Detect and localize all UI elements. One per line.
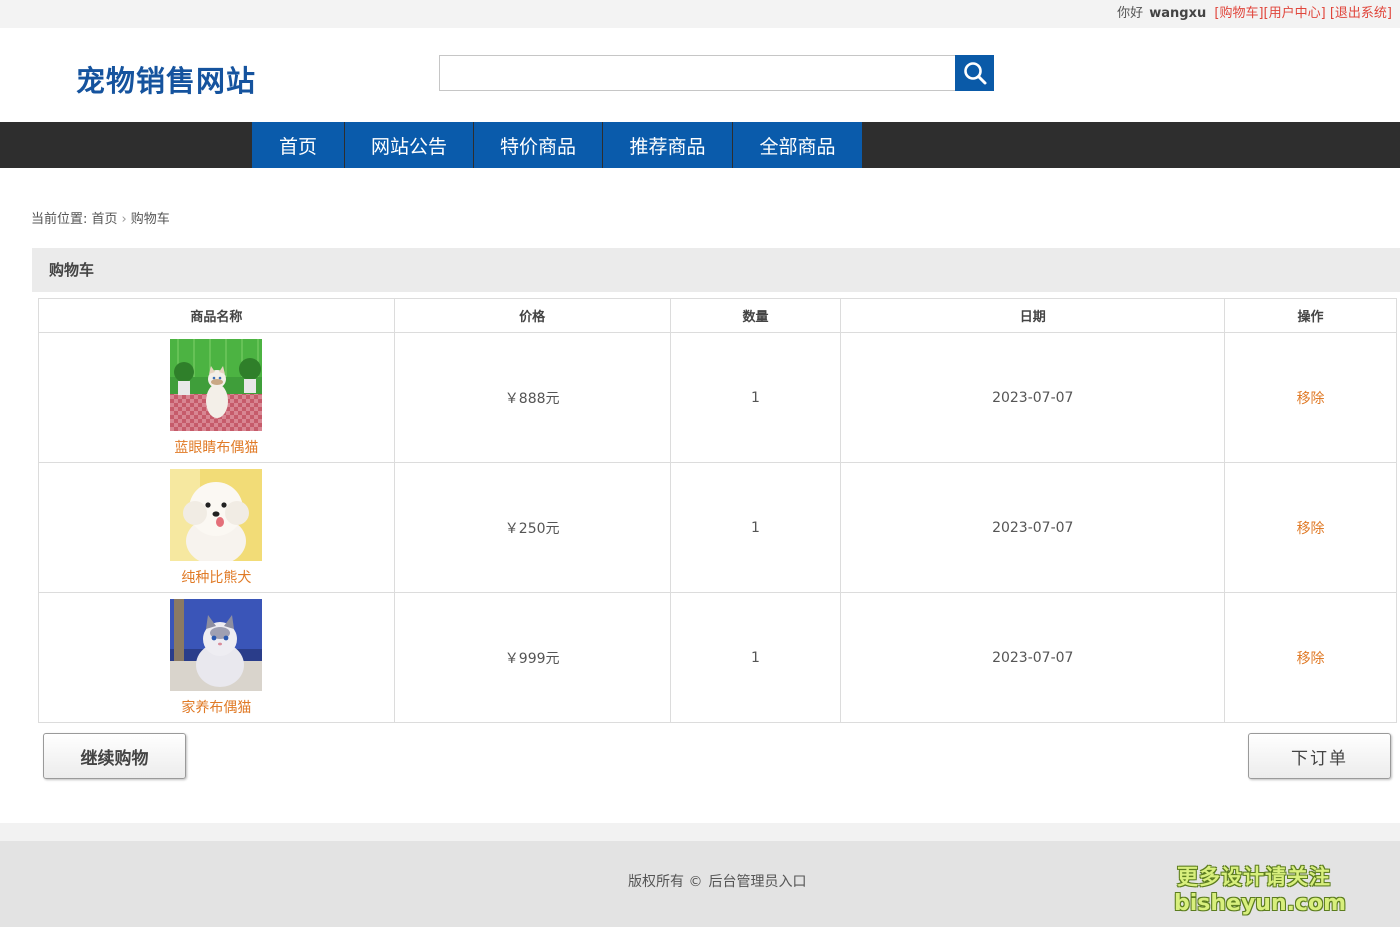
product-cell: 纯种比熊犬 (38, 462, 395, 593)
price-cell: ￥999元 (393, 592, 671, 723)
copyright: 版权所有 © 后台管理员入口 (628, 871, 806, 891)
remove-button[interactable]: 移除 (1297, 521, 1325, 537)
table-row: 纯种比熊犬 ￥250元 1 2023-07-07 移除 (38, 462, 1397, 593)
date-cell: 2023-07-07 (840, 462, 1226, 593)
date-cell: 2023-07-07 (840, 592, 1226, 723)
nav-item-announcements[interactable]: 网站公告 (345, 122, 474, 168)
qty-cell: 1 (669, 462, 842, 593)
admin-entry-link[interactable]: 后台管理员入口 (708, 874, 806, 890)
site-logo[interactable]: 宠物销售网站 (76, 58, 256, 100)
chevron-right-icon: › (121, 212, 127, 227)
breadcrumb-home[interactable]: 首页 (92, 212, 118, 227)
nav-item-recommended[interactable]: 推荐商品 (603, 122, 733, 168)
action-cell: 移除 (1224, 332, 1397, 463)
column-header-action: 操作 (1224, 298, 1397, 333)
table-header-row: 商品名称 价格 数量 日期 操作 (38, 298, 1397, 333)
column-header-qty: 数量 (669, 298, 842, 333)
top-bar: 你好 wangxu [购物车][用户中心] [退出系统] (0, 0, 1400, 28)
continue-shopping-button[interactable]: 继续购物 (43, 733, 186, 779)
table-row: 家养布偶猫 ￥999元 1 2023-07-07 移除 (38, 592, 1397, 723)
remove-button[interactable]: 移除 (1297, 391, 1325, 407)
product-name-link[interactable]: 纯种比熊犬 (39, 567, 394, 587)
main-nav: 首页 网站公告 特价商品 推荐商品 全部商品 (0, 122, 1400, 168)
qty-cell: 1 (669, 592, 842, 723)
watermark: 更多设计请关注 bisheyun.com (1174, 861, 1347, 916)
cart-link[interactable]: [购物车] (1214, 6, 1263, 21)
column-header-name: 商品名称 (38, 298, 395, 333)
breadcrumb-prefix: 当前位置: (31, 212, 88, 227)
breadcrumb-current: 购物车 (130, 212, 170, 227)
price-cell: ￥250元 (393, 462, 671, 593)
watermark-line1: 更多设计请关注 (1177, 865, 1331, 889)
product-cell: 家养布偶猫 (38, 592, 395, 723)
action-cell: 移除 (1224, 462, 1397, 593)
cart-table: 商品名称 价格 数量 日期 操作 蓝眼睛布偶猫 ￥888元 1 2023-07-… (38, 298, 1397, 723)
nav-item-all-products[interactable]: 全部商品 (733, 122, 862, 168)
user-bar: 你好 wangxu [购物车][用户中心] [退出系统] (1117, 2, 1392, 21)
greeting-text: 你好 (1117, 6, 1144, 21)
price-cell: ￥888元 (393, 332, 671, 463)
product-cell: 蓝眼睛布偶猫 (38, 332, 395, 463)
date-cell: 2023-07-07 (840, 332, 1226, 463)
action-cell: 移除 (1224, 592, 1397, 723)
product-name-link[interactable]: 家养布偶猫 (39, 697, 394, 717)
search-button[interactable] (955, 55, 994, 91)
qty-cell: 1 (669, 332, 842, 463)
nav-item-specials[interactable]: 特价商品 (474, 122, 603, 168)
product-image-cat-2[interactable] (170, 598, 263, 691)
remove-button[interactable]: 移除 (1297, 651, 1325, 667)
product-name-link[interactable]: 蓝眼睛布偶猫 (39, 437, 394, 457)
footer: 版权所有 © 后台管理员入口 更多设计请关注 bisheyun.com (0, 841, 1400, 927)
column-header-price: 价格 (393, 298, 671, 333)
search-input[interactable] (439, 55, 957, 91)
username: wangxu (1149, 6, 1207, 21)
logout-link[interactable]: [退出系统] (1330, 6, 1392, 21)
bottom-strip (0, 927, 1400, 939)
nav-item-home[interactable]: 首页 (252, 122, 345, 168)
product-image-cat-1[interactable] (170, 338, 263, 431)
breadcrumb: 当前位置: 首页 › 购物车 (31, 208, 170, 227)
footer-divider (0, 823, 1400, 841)
table-row: 蓝眼睛布偶猫 ￥888元 1 2023-07-07 移除 (38, 332, 1397, 463)
cart-panel-title: 购物车 (32, 248, 1400, 292)
copyright-text: 版权所有 © (628, 874, 703, 890)
user-center-link[interactable]: [用户中心] (1264, 6, 1326, 21)
place-order-button[interactable]: 下订单 (1248, 733, 1391, 779)
watermark-line2: bisheyun.com (1174, 891, 1347, 916)
search-icon (963, 62, 986, 85)
product-image-dog[interactable] (170, 468, 263, 561)
column-header-date: 日期 (840, 298, 1226, 333)
